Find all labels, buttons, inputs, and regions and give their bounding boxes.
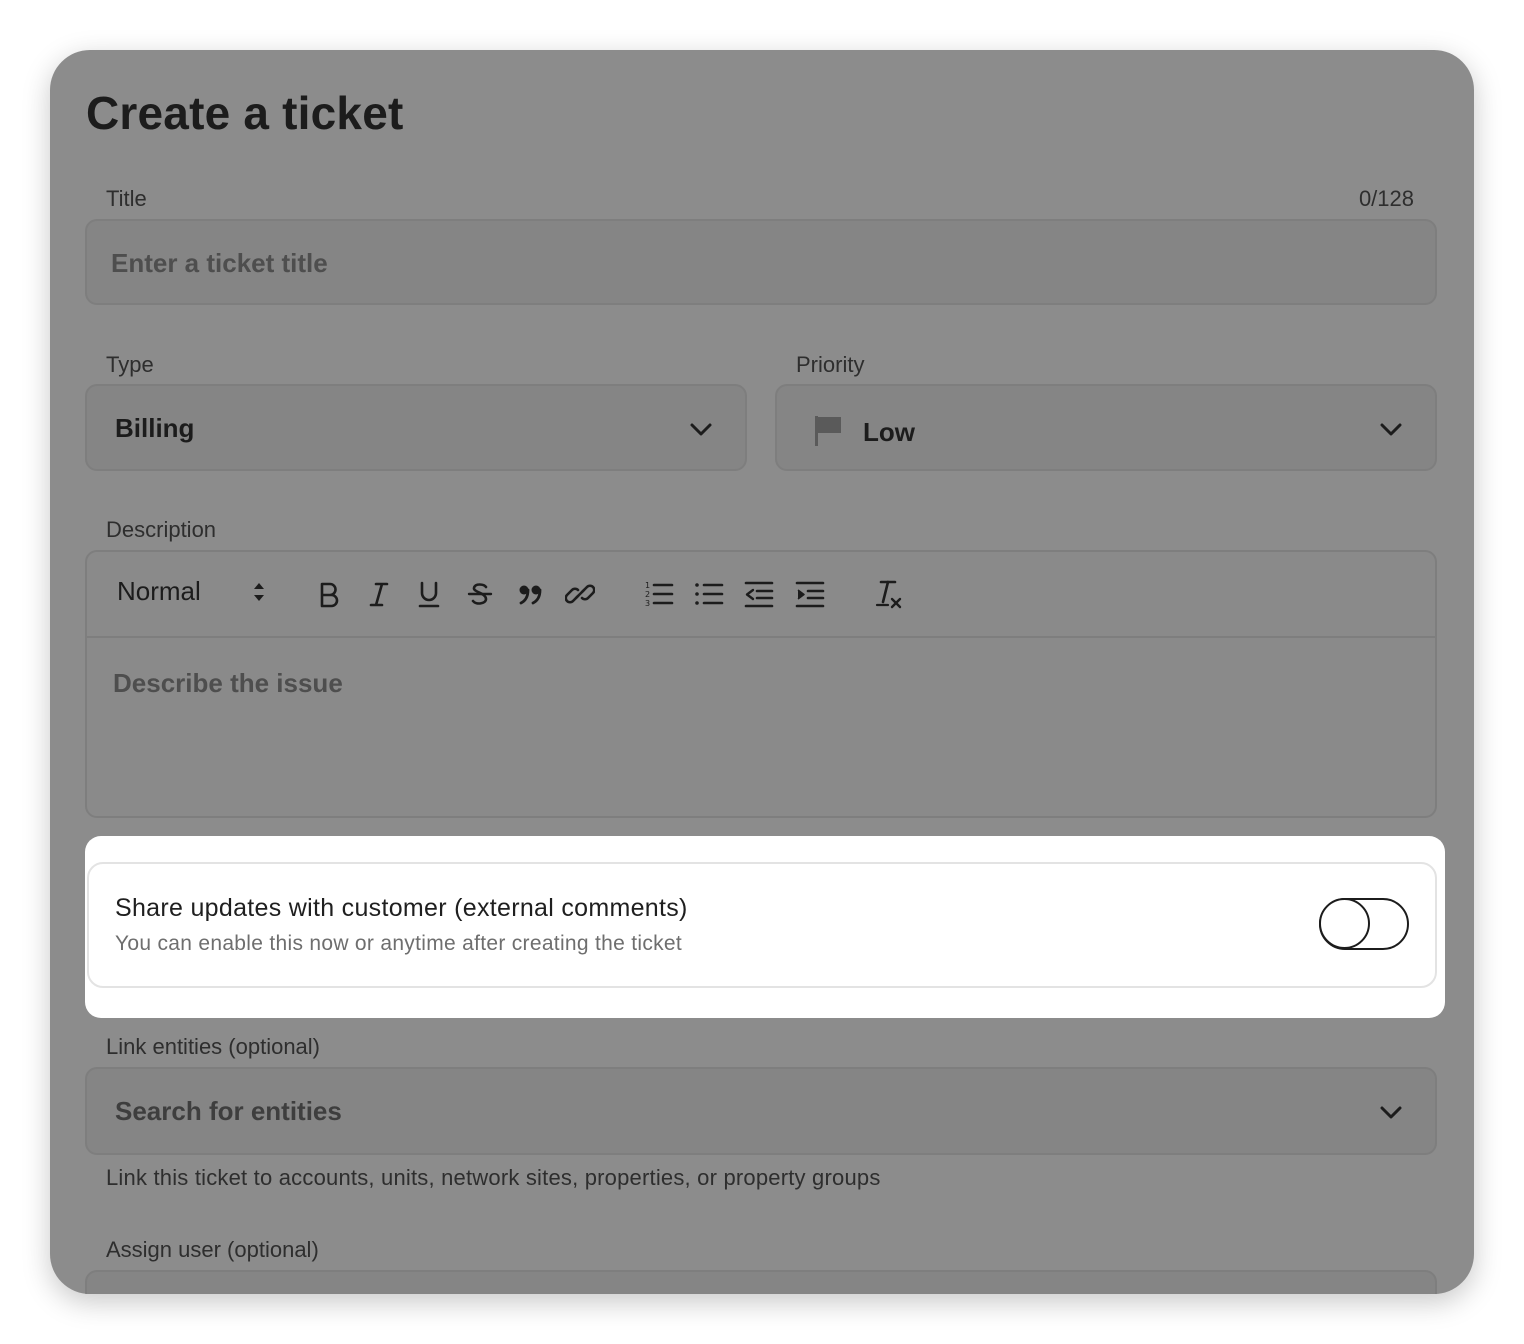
outdent-icon <box>744 581 774 608</box>
chevron-down-icon <box>1380 1106 1402 1119</box>
text-format-value: Normal <box>117 576 201 606</box>
underline-icon <box>418 581 440 608</box>
priority-value: Low <box>863 417 915 447</box>
share-updates-panel: Share updates with customer (external co… <box>85 836 1445 1018</box>
link-icon <box>565 584 595 604</box>
underline-button[interactable] <box>409 574 449 614</box>
type-select[interactable]: Billing <box>85 384 747 471</box>
share-updates-option: Share updates with customer (external co… <box>87 862 1437 988</box>
blockquote-button[interactable] <box>510 574 550 614</box>
chevron-down-icon <box>690 423 712 436</box>
priority-select[interactable]: Low <box>775 384 1437 471</box>
indent-icon <box>795 581 825 608</box>
priority-label: Priority <box>796 352 865 377</box>
svg-text:2: 2 <box>645 590 650 599</box>
strikethrough-icon <box>467 583 493 605</box>
assign-user-label: Assign user (optional) <box>106 1237 319 1262</box>
share-updates-title: Share updates with customer (external co… <box>115 894 688 922</box>
description-placeholder[interactable]: Describe the issue <box>113 668 343 699</box>
indent-button[interactable] <box>790 574 830 614</box>
italic-button[interactable] <box>359 574 399 614</box>
entities-helper-text: Link this ticket to accounts, units, net… <box>106 1165 881 1190</box>
bullet-list-icon <box>695 583 724 605</box>
clear-format-icon <box>875 580 902 609</box>
italic-icon <box>369 582 389 607</box>
assign-user-select[interactable] <box>85 1270 1437 1294</box>
ordered-list-icon: 1 2 3 <box>645 581 674 608</box>
ordered-list-button[interactable]: 1 2 3 <box>639 574 679 614</box>
strikethrough-button[interactable] <box>460 574 500 614</box>
svg-text:3: 3 <box>645 599 650 608</box>
description-label: Description <box>106 517 217 542</box>
description-editor: Normal 1 2 3 Describe the issue <box>85 550 1437 818</box>
editor-toolbar: Normal 1 2 3 <box>87 552 1435 638</box>
bold-icon <box>320 582 339 608</box>
flag-icon <box>815 416 841 446</box>
toggle-knob <box>1319 898 1370 949</box>
svg-text:1: 1 <box>645 581 650 590</box>
entities-search-select[interactable]: Search for entities <box>85 1067 1437 1155</box>
title-label: Title <box>106 186 147 211</box>
type-label: Type <box>106 352 154 377</box>
bold-button[interactable] <box>309 574 349 614</box>
title-input[interactable]: Enter a ticket title <box>85 219 1437 305</box>
link-entities-label: Link entities (optional) <box>106 1034 321 1059</box>
share-updates-toggle[interactable] <box>1319 898 1409 950</box>
clear-formatting-button[interactable] <box>868 574 908 614</box>
title-char-counter: 0/128 <box>1358 186 1414 211</box>
type-value: Billing <box>115 413 195 443</box>
quote-icon <box>519 585 542 605</box>
link-button[interactable] <box>560 574 600 614</box>
create-ticket-card: Create a ticket Title 0/128 Enter a tick… <box>50 50 1474 1294</box>
page-title: Create a ticket <box>86 87 404 139</box>
sort-arrows-icon[interactable] <box>251 580 267 604</box>
outdent-button[interactable] <box>739 574 779 614</box>
chevron-down-icon <box>1380 423 1402 436</box>
bullet-list-button[interactable] <box>689 574 729 614</box>
share-updates-subtitle: You can enable this now or anytime after… <box>115 932 683 955</box>
title-placeholder: Enter a ticket title <box>111 248 328 278</box>
text-format-select[interactable]: Normal <box>117 576 201 607</box>
entities-placeholder: Search for entities <box>115 1096 342 1126</box>
